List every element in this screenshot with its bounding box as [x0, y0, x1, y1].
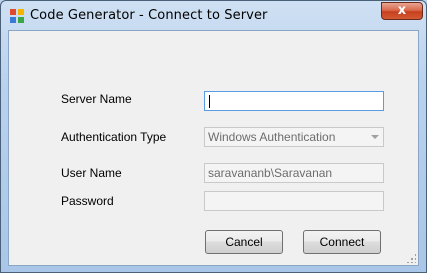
chevron-down-icon [371, 135, 379, 139]
user-name-label: User Name [61, 166, 122, 180]
window-title: Code Generator - Connect to Server [30, 8, 268, 23]
server-name-input[interactable] [204, 91, 384, 111]
user-name-input[interactable]: saravananb\Saravanan [204, 163, 384, 183]
close-icon: x [397, 3, 407, 18]
dialog-window: Code Generator - Connect to Server x Ser… [0, 0, 427, 273]
cancel-button[interactable]: Cancel [205, 230, 283, 254]
text-caret [209, 95, 210, 108]
password-label: Password [61, 194, 114, 208]
dialog-client-area: Server Name Authentication Type Windows … [8, 30, 419, 266]
user-name-value: saravananb\Saravanan [208, 166, 333, 180]
connect-button[interactable]: Connect [303, 230, 381, 254]
auth-type-select[interactable]: Windows Authentication [204, 127, 384, 147]
auth-type-label: Authentication Type [61, 130, 167, 144]
title-bar[interactable]: Code Generator - Connect to Server x [1, 1, 426, 30]
password-input[interactable] [204, 191, 384, 211]
auth-type-value: Windows Authentication [208, 130, 336, 144]
app-window-icon [10, 9, 24, 23]
resize-grip-icon[interactable] [406, 253, 416, 263]
close-button[interactable]: x [381, 2, 423, 20]
server-name-label: Server Name [61, 92, 132, 106]
